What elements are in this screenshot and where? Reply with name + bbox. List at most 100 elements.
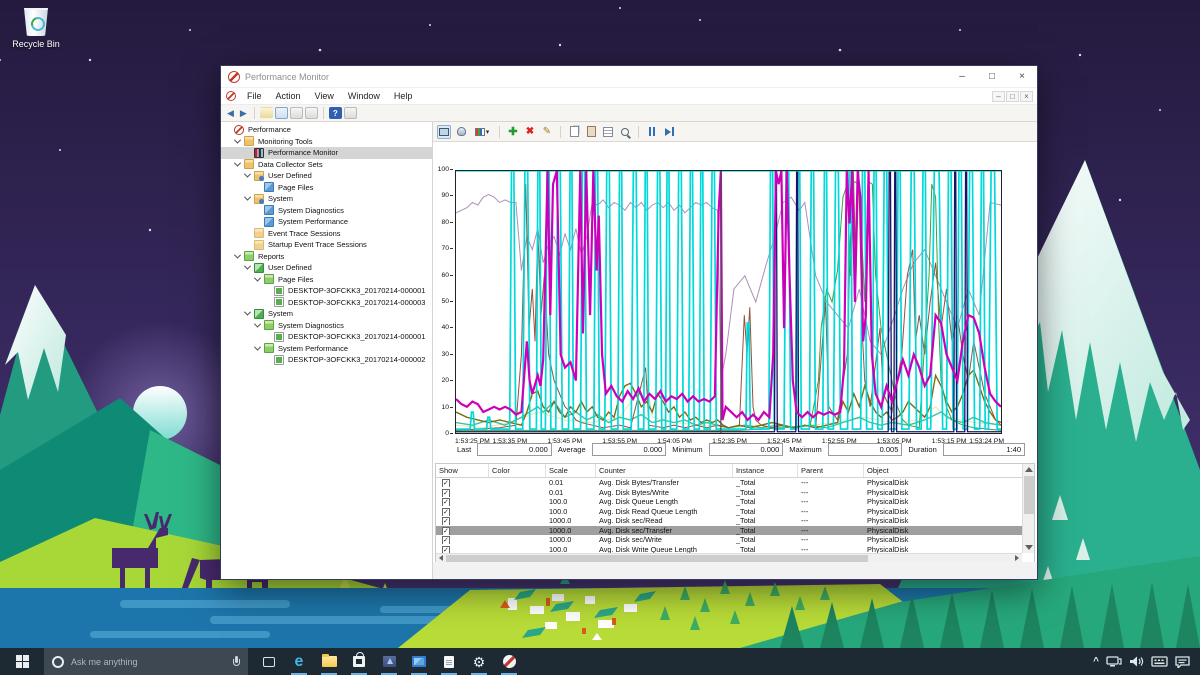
export-list-icon[interactable]: [289, 107, 303, 119]
tree-item[interactable]: Event Trace Sessions: [221, 228, 432, 240]
scroll-left-icon[interactable]: [439, 555, 443, 561]
horizontal-scrollbar[interactable]: [436, 553, 1022, 562]
change-graph-type-icon[interactable]: ▾: [471, 125, 493, 139]
checkbox-checked-icon[interactable]: ✓: [442, 526, 450, 535]
graph-properties-icon[interactable]: [601, 125, 615, 139]
taskbar-notepad[interactable]: [434, 648, 464, 675]
tree-item[interactable]: DESKTOP-3OFCKK3_20170214-000002: [221, 354, 432, 366]
chevron-expanded-icon[interactable]: [253, 320, 262, 328]
menu-help[interactable]: Help: [387, 91, 420, 101]
tree-item[interactable]: System Diagnostics: [221, 205, 432, 217]
chevron-expanded-icon[interactable]: [253, 274, 262, 282]
tree-item[interactable]: Performance Monitor: [221, 147, 432, 159]
chevron-expanded-icon[interactable]: [233, 159, 242, 167]
checkbox-checked-icon[interactable]: ✓: [442, 479, 450, 488]
chevron-expanded-icon[interactable]: [233, 136, 242, 144]
counter-row[interactable]: ✓ 0.01 Avg. Disk Bytes/Write _Total --- Physi…: [436, 488, 1034, 498]
copy-properties-icon[interactable]: [567, 125, 581, 139]
volume-icon[interactable]: [1129, 655, 1144, 668]
chevron-expanded-icon[interactable]: [253, 343, 262, 351]
vertical-scroll-thumb[interactable]: [1024, 476, 1034, 514]
tree-item[interactable]: Page Files: [221, 274, 432, 286]
tree-item[interactable]: Monitoring Tools: [221, 136, 432, 148]
tree-item[interactable]: System: [221, 193, 432, 205]
column-header-parent[interactable]: Parent: [798, 464, 864, 477]
tree-item[interactable]: User Defined: [221, 262, 432, 274]
tree-item[interactable]: System Performance: [221, 343, 432, 355]
title-bar[interactable]: Performance Monitor – □ ×: [221, 66, 1037, 88]
tree-item[interactable]: DESKTOP-3OFCKK3_20170214-000003: [221, 297, 432, 309]
taskbar-file-explorer[interactable]: [314, 648, 344, 675]
column-header-instance[interactable]: Instance: [733, 464, 798, 477]
tray-chevron-icon[interactable]: ^: [1093, 656, 1099, 667]
scroll-right-icon[interactable]: [1015, 555, 1019, 561]
tree-item[interactable]: Reports: [221, 251, 432, 263]
tree-item[interactable]: Startup Event Trace Sessions: [221, 239, 432, 251]
view-log-data-icon[interactable]: [454, 125, 468, 139]
tree-item[interactable]: Data Collector Sets: [221, 159, 432, 171]
menu-action[interactable]: Action: [269, 91, 308, 101]
minimize-button[interactable]: –: [947, 66, 977, 87]
help-icon[interactable]: ?: [328, 107, 342, 119]
column-header-counter[interactable]: Counter: [596, 464, 733, 477]
checkbox-checked-icon[interactable]: ✓: [442, 488, 450, 497]
checkbox-checked-icon[interactable]: ✓: [442, 517, 450, 526]
recycle-bin[interactable]: Recycle Bin: [8, 8, 64, 49]
scroll-down-icon[interactable]: [1025, 545, 1033, 550]
forward-icon[interactable]: ▶: [238, 108, 249, 119]
action-center-icon[interactable]: [1175, 655, 1190, 668]
checkbox-checked-icon[interactable]: ✓: [442, 498, 450, 507]
paste-counter-list-icon[interactable]: [584, 125, 598, 139]
start-button[interactable]: [0, 648, 44, 675]
counter-row[interactable]: ✓ 100.0 Avg. Disk Read Queue Length _Total -…: [436, 507, 1034, 517]
checkbox-checked-icon[interactable]: ✓: [442, 507, 450, 516]
tree-item[interactable]: DESKTOP-3OFCKK3_20170214-000001: [221, 285, 432, 297]
touch-keyboard-icon[interactable]: [1151, 655, 1168, 668]
chevron-expanded-icon[interactable]: [233, 251, 242, 259]
close-button[interactable]: ×: [1007, 66, 1037, 87]
counter-row[interactable]: ✓ 0.01 Avg. Disk Bytes/Transfer _Total --- Ph…: [436, 478, 1034, 488]
child-minimize-button[interactable]: –: [992, 90, 1005, 102]
counter-row[interactable]: ✓ 1000.0 Avg. Disk sec/Read _Total --- Physic…: [436, 516, 1034, 526]
column-header-show[interactable]: Show: [436, 464, 489, 477]
highlight-icon[interactable]: ✎: [540, 125, 554, 139]
back-icon[interactable]: ◀: [225, 108, 236, 119]
delete-counter-icon[interactable]: ✖: [523, 125, 537, 139]
counter-row[interactable]: ✓ 100.0 Avg. Disk Queue Length _Total --- Phy…: [436, 497, 1034, 507]
tree-item[interactable]: System Diagnostics: [221, 320, 432, 332]
network-icon[interactable]: [1106, 655, 1122, 668]
update-data-icon[interactable]: [662, 125, 676, 139]
show-hide-console-tree-icon[interactable]: [259, 107, 273, 119]
chevron-expanded-icon[interactable]: [243, 193, 252, 201]
properties-icon[interactable]: [304, 107, 318, 119]
cortana-search[interactable]: Ask me anything: [44, 648, 248, 675]
maximize-button[interactable]: □: [977, 66, 1007, 87]
vertical-scrollbar[interactable]: [1022, 464, 1034, 553]
taskbar-performance-monitor[interactable]: [494, 648, 524, 675]
menu-window[interactable]: Window: [341, 91, 387, 101]
tree-item[interactable]: System Performance: [221, 216, 432, 228]
zoom-icon[interactable]: [618, 125, 632, 139]
counter-row[interactable]: ✓ 1000.0 Avg. Disk sec/Transfer _Total --- Ph…: [436, 525, 1034, 535]
taskbar-installer-app[interactable]: [374, 648, 404, 675]
tree-item[interactable]: System: [221, 308, 432, 320]
chevron-expanded-icon[interactable]: [243, 262, 252, 270]
taskbar-store[interactable]: [344, 648, 374, 675]
column-header-object[interactable]: Object: [864, 464, 1029, 477]
view-current-activity-icon[interactable]: [437, 124, 451, 139]
taskbar-settings[interactable]: ⚙: [464, 648, 494, 675]
horizontal-scroll-thumb[interactable]: [446, 555, 868, 562]
add-counter-icon[interactable]: ✚: [506, 125, 520, 139]
window-icon[interactable]: [274, 107, 288, 119]
child-close-button[interactable]: ×: [1020, 90, 1033, 102]
tree-item[interactable]: DESKTOP-3OFCKK3_20170214-000001: [221, 331, 432, 343]
freeze-display-icon[interactable]: [645, 125, 659, 139]
tree-item[interactable]: Page Files: [221, 182, 432, 194]
counter-row[interactable]: ✓ 1000.0 Avg. Disk sec/Write _Total --- Physi…: [436, 535, 1034, 545]
menu-file[interactable]: File: [240, 91, 269, 101]
column-header-scale[interactable]: Scale: [546, 464, 596, 477]
column-header-color[interactable]: Color: [489, 464, 546, 477]
line-graph[interactable]: [455, 170, 1002, 434]
taskbar-edge[interactable]: e: [284, 648, 314, 675]
chevron-expanded-icon[interactable]: [243, 308, 252, 316]
